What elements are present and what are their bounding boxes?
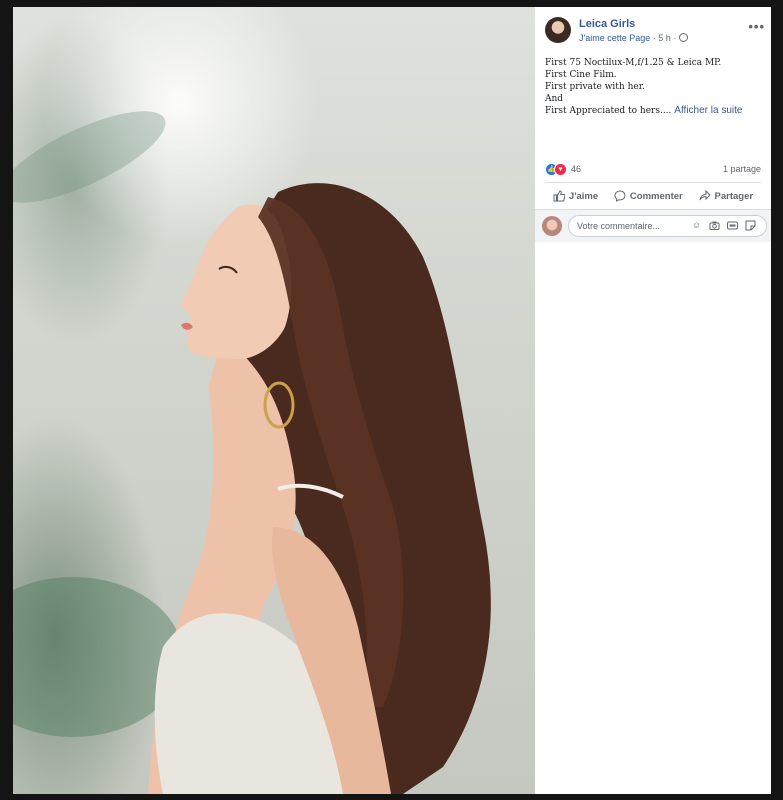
share-button[interactable]: Partager [693,186,760,206]
caption-line: First Cine Film. [545,70,617,80]
camera-icon[interactable] [709,220,720,231]
post-actions: J'aime Commenter Partager [545,182,761,209]
comment-button[interactable]: Commenter [608,186,689,206]
gif-icon[interactable] [727,220,738,231]
globe-icon [678,33,688,42]
user-avatar[interactable] [542,216,562,236]
post-photo[interactable] [13,7,535,794]
meta-separator: · [652,33,656,43]
comment-composer: ☺ [535,209,771,242]
caption-line: And [545,94,564,104]
page-name-link[interactable]: Leica Girls [579,18,635,30]
emoji-icon[interactable]: ☺ [691,220,702,231]
comment-input[interactable] [577,216,687,236]
caption-line: First Appreciated to hers.... [545,106,672,116]
thumbs-up-icon [553,190,565,202]
post-time[interactable]: 5 h [658,33,671,43]
share-label: Partager [714,190,754,202]
portrait-photo [13,111,491,794]
like-page-link[interactable]: J'aime cette Page [579,33,650,43]
comment-icon [614,190,626,202]
love-reaction-icon[interactable]: ♥ [554,163,567,176]
post-meta: J'aime cette Page · 5 h · [579,33,688,43]
page-avatar[interactable] [545,17,571,43]
see-more-link[interactable]: Afficher la suite [674,105,742,116]
caption-line-last: First Appreciated to hers.... Afficher l… [545,105,765,117]
reactions-bar: 👍 ♥ 46 1 partage [545,163,761,177]
post-header: Leica Girls J'aime cette Page · 5 h · ••… [545,17,765,53]
comment-box[interactable]: ☺ [568,215,767,237]
caption-line: First 75 Noctilux-M,f/1.25 & Leica MP. [545,58,722,68]
post-side-panel: Leica Girls J'aime cette Page · 5 h · ••… [535,7,771,794]
meta-separator: · [673,33,677,43]
like-button[interactable]: J'aime [547,186,604,206]
share-count[interactable]: 1 partage [723,164,761,174]
post-caption: First 75 Noctilux-M,f/1.25 & Leica MP. F… [545,57,765,117]
reaction-count[interactable]: 46 [571,164,581,174]
more-options-icon[interactable]: ••• [748,19,765,34]
caption-line: First private with her. [545,82,645,92]
like-label: J'aime [568,190,599,202]
comment-label: Commenter [629,190,683,202]
share-icon [699,190,711,201]
sticker-icon[interactable] [745,220,756,231]
